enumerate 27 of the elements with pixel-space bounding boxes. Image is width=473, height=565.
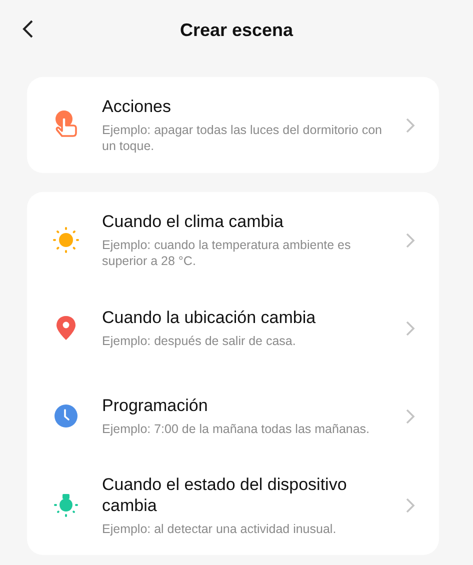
option-title: Cuando la ubicación cambia bbox=[102, 307, 317, 328]
scene-option[interactable]: Acciones Ejemplo: apagar todas las luces del dormitorio con un toque. bbox=[27, 81, 439, 169]
chevron-right-icon bbox=[406, 320, 415, 336]
page-title: Crear escena bbox=[180, 20, 294, 40]
sun-icon bbox=[52, 226, 80, 254]
option-description: Ejemplo: después de salir de casa. bbox=[102, 333, 297, 349]
option-title: Cuando el estado del dispositivo cambia bbox=[102, 474, 348, 516]
option-title: Acciones bbox=[102, 96, 172, 117]
scene-option[interactable]: Cuando el clima cambia Ejemplo: cuando la temperatura ambiente es superior a 28 °C. bbox=[27, 196, 439, 284]
option-description: Ejemplo: 7:00 de la mañana todas las mañanas. bbox=[102, 421, 371, 437]
chevron-right-icon bbox=[406, 498, 415, 513]
scene-option[interactable]: Cuando el estado del dispositivo cambia Ejemplo: al detectar una actividad inusual. bbox=[27, 460, 439, 551]
bulb-icon bbox=[52, 492, 80, 520]
chevron-right-icon bbox=[406, 118, 415, 132]
chevron-right-icon bbox=[406, 408, 415, 424]
option-title: Programación bbox=[102, 395, 209, 416]
tap-icon bbox=[53, 110, 79, 140]
location-pin-icon bbox=[55, 315, 77, 341]
option-description: Ejemplo: cuando la temperatura ambiente es superior a 28 °C. bbox=[102, 237, 352, 269]
option-title: Cuando el clima cambia bbox=[102, 211, 284, 232]
clock-icon bbox=[54, 404, 78, 428]
option-description: Ejemplo: al detectar una actividad inusual. bbox=[102, 521, 338, 537]
option-description: Ejemplo: apagar todas las luces del dormitorio con un toque. bbox=[102, 122, 382, 154]
back-icon[interactable] bbox=[22, 20, 34, 38]
scene-option[interactable]: Programación Ejemplo: 7:00 de la mañana todas las mañanas. bbox=[27, 372, 439, 460]
chevron-right-icon bbox=[406, 232, 415, 248]
scene-option[interactable]: Cuando la ubicación cambia Ejemplo: después de salir de casa. bbox=[27, 284, 439, 372]
